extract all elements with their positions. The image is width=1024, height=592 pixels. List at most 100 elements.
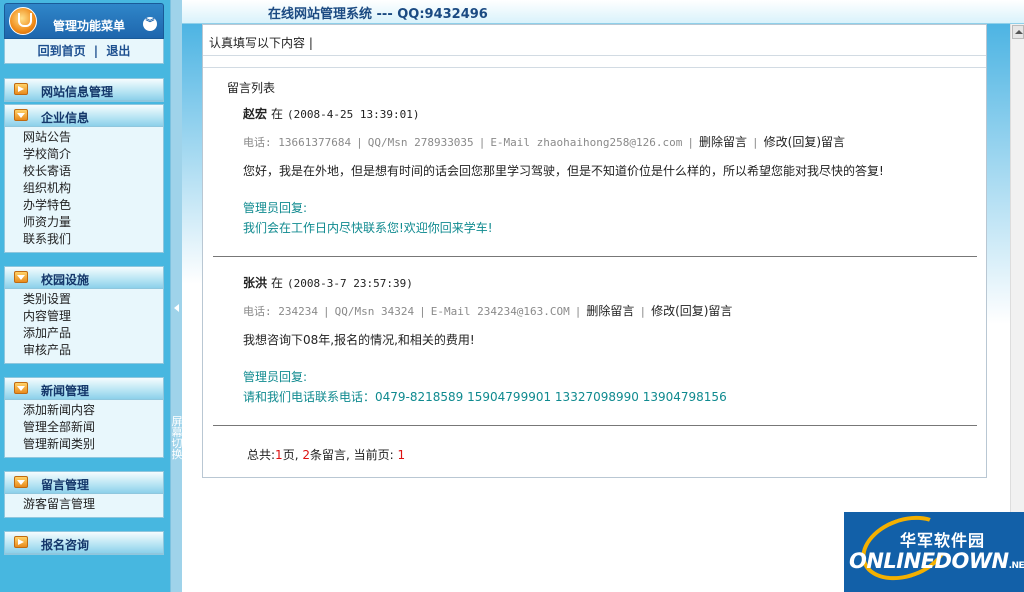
count-unit: 条留言, [309, 448, 350, 462]
message-count: 2 [302, 448, 310, 462]
at-label: 在 [271, 276, 284, 290]
delete-message-link[interactable]: 删除留言 [699, 135, 747, 149]
decor-column [182, 24, 202, 284]
message-body: 我想咨询下08年,报名的情况,和相关的费用! [243, 333, 475, 347]
menu-group-news: 新闻管理 添加新闻内容 管理全部新闻 管理新闻类别 [4, 377, 164, 458]
arrow-down-icon [14, 382, 28, 394]
menu-group-enrollment: 报名咨询 [4, 531, 164, 555]
menu-item[interactable]: 网站公告 [23, 129, 163, 146]
message-divider [213, 256, 977, 257]
screen-toggle-label[interactable]: 屏幕切换 [171, 416, 183, 460]
guestbook-list-title: 留言列表 [227, 81, 276, 95]
content-panel: 认真填写以下内容 | 留言列表 赵宏在 (2008-4-25 13:39:01) … [202, 24, 987, 478]
menu-item[interactable]: 办学特色 [23, 197, 163, 214]
edit-reply-link[interactable]: 修改(回复)留言 [651, 304, 732, 318]
menu-title: 管理功能菜单 [53, 19, 126, 33]
menu-group-company: 企业信息 网站公告 学校简介 校长寄语 组织机构 办学特色 师资力量 联系我们 [4, 104, 164, 253]
qq-msn: QQ/Msn 278933035 [367, 136, 474, 149]
menu-item[interactable]: 审核产品 [23, 342, 163, 359]
logo-icon [9, 7, 37, 35]
menu-group-title: 新闻管理 [41, 384, 90, 398]
message-meta: 电话: 234234 | QQ/Msn 34324 | E-Mail 234234@16… [243, 304, 733, 318]
menu-header: 管理功能菜单 ︾ [4, 3, 164, 39]
message-item: 赵宏在 (2008-4-25 13:39:01) 电话: 13661377684 |… [243, 105, 983, 237]
message-item: 张洪在 (2008-3-7 23:57:39) 电话: 234234 | QQ/Msn… [243, 274, 983, 406]
menu-item[interactable]: 内容管理 [23, 308, 163, 325]
divider [203, 55, 986, 56]
menu-item[interactable]: 添加产品 [23, 325, 163, 342]
menu-item[interactable]: 师资力量 [23, 214, 163, 231]
edit-reply-link[interactable]: 修改(回复)留言 [764, 135, 845, 149]
author-name: 赵宏 [243, 107, 268, 121]
menu-item[interactable]: 组织机构 [23, 180, 163, 197]
scroll-up-icon[interactable] [1012, 25, 1024, 39]
author-name: 张洪 [243, 276, 268, 290]
top-header: 在线网站管理系统 --- QQ:9432496 [182, 0, 1024, 24]
total-label: 总共: [247, 448, 276, 462]
menu-group-header[interactable]: 企业信息 [5, 105, 163, 127]
message-header: 张洪在 (2008-3-7 23:57:39) [243, 274, 983, 292]
watermark-net: .NET [1008, 561, 1024, 571]
menu-group-header[interactable]: 新闻管理 [5, 378, 163, 400]
phone: 电话: 234234 [243, 305, 318, 318]
menu-group-facilities: 校园设施 类别设置 内容管理 添加产品 审核产品 [4, 266, 164, 364]
separator: | [93, 44, 99, 58]
menu-item[interactable]: 管理新闻类别 [23, 436, 163, 453]
arrow-down-icon [14, 271, 28, 283]
menu-group-site-info: 网站信息管理 [4, 78, 164, 102]
collapse-icon[interactable]: ︾ [143, 17, 157, 31]
home-link[interactable]: 回到首页 [38, 44, 86, 58]
menu-item[interactable]: 联系我们 [23, 231, 163, 248]
qq-msn: QQ/Msn 34324 [334, 305, 415, 318]
home-bar: 回到首页 | 退出 [4, 39, 164, 64]
instruction-text: 认真填写以下内容 | [209, 36, 313, 50]
menu-group-header[interactable]: 报名咨询 [5, 532, 163, 554]
arrow-right-icon [14, 536, 28, 548]
menu-item[interactable]: 校长寄语 [23, 163, 163, 180]
menu-group-title: 校园设施 [41, 273, 90, 287]
message-header: 赵宏在 (2008-4-25 13:39:01) [243, 105, 983, 123]
menu-group-title: 报名咨询 [41, 538, 90, 552]
menu-group-header[interactable]: 留言管理 [5, 472, 163, 494]
admin-reply-text: 我们会在工作日内尽快联系您!欢迎你回来学车! [243, 221, 493, 235]
pagination: 总共:1页, 2条留言, 当前页: 1 [247, 446, 405, 463]
menu-group-header[interactable]: 网站信息管理 [5, 79, 163, 101]
delete-message-link[interactable]: 删除留言 [586, 304, 634, 318]
current-page-label: 当前页: [353, 448, 394, 462]
menu-item[interactable]: 学校简介 [23, 146, 163, 163]
post-time: (2008-4-25 13:39:01) [287, 108, 420, 121]
post-time: (2008-3-7 23:57:39) [287, 277, 413, 290]
menu-item[interactable]: 游客留言管理 [23, 496, 163, 513]
admin-reply-label: 管理员回复: [243, 370, 308, 384]
menu-group-title: 留言管理 [41, 478, 90, 492]
arrow-right-icon [14, 83, 28, 95]
message-divider [213, 425, 977, 426]
screen-splitter[interactable]: 屏幕切换 [170, 0, 183, 592]
at-label: 在 [271, 107, 284, 121]
divider [203, 67, 986, 68]
arrow-down-icon [14, 476, 28, 488]
menu-group-header[interactable]: 校园设施 [5, 267, 163, 289]
pages-unit: 页, [282, 448, 299, 462]
collapse-left-icon[interactable] [174, 304, 179, 312]
menu-item[interactable]: 类别设置 [23, 291, 163, 308]
decor-column [986, 24, 1010, 324]
arrow-down-icon [14, 109, 28, 121]
menu-item[interactable]: 添加新闻内容 [23, 402, 163, 419]
watermark-logo: 华军软件园 ONLINEDOWN.NET [844, 512, 1024, 592]
vertical-scrollbar[interactable] [1010, 24, 1024, 512]
menu-group-title: 企业信息 [41, 111, 90, 125]
email: E-Mail zhaohaihong258@126.com [490, 136, 683, 149]
total-pages: 1 [275, 448, 283, 462]
email: E-Mail 234234@163.COM [430, 305, 570, 318]
watermark-en-text: ONLINEDOWN [849, 549, 1009, 573]
current-page: 1 [397, 448, 406, 462]
watermark-en: ONLINEDOWN.NET [849, 549, 1024, 573]
system-title: 在线网站管理系统 --- QQ:9432496 [268, 7, 488, 22]
watermark-cn: 华军软件园 [900, 531, 986, 550]
menu-group-title: 网站信息管理 [41, 85, 114, 99]
menu-item[interactable]: 管理全部新闻 [23, 419, 163, 436]
logout-link[interactable]: 退出 [106, 44, 130, 58]
admin-reply-text: 请和我们电话联系电话：0479-8218589 15904799901 1332… [243, 390, 727, 404]
sidebar: 管理功能菜单 ︾ 回到首页 | 退出 网站信息管理 企业信息 网站公告 学校简介… [0, 0, 170, 592]
